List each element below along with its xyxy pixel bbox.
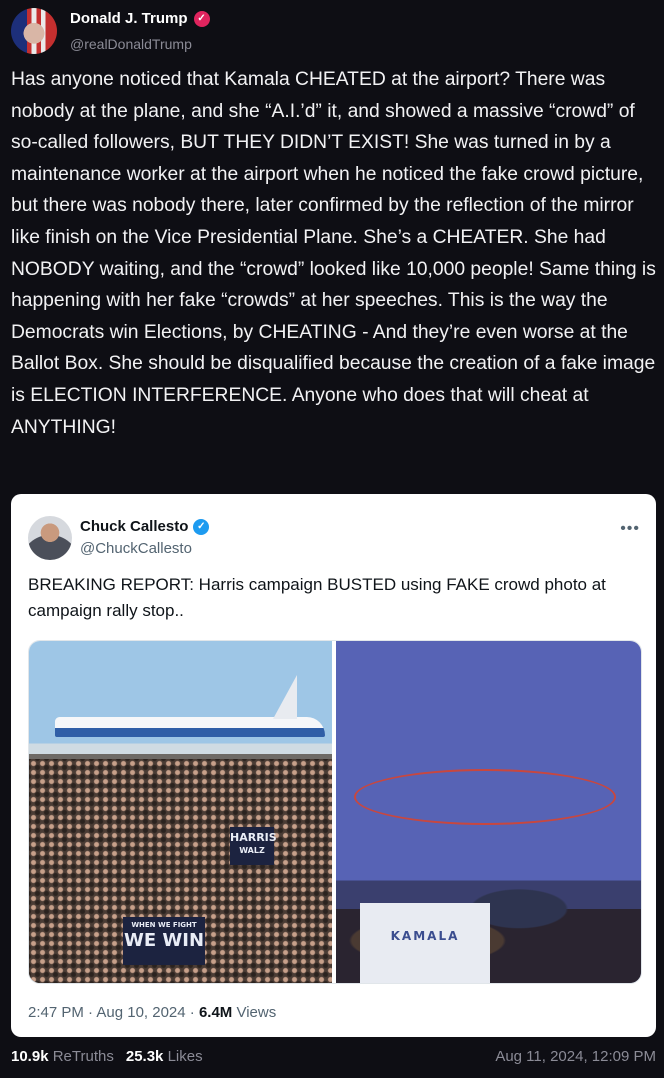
embedded-author-name: Chuck Callesto: [80, 518, 189, 535]
embedded-views-label: Views: [232, 1004, 277, 1021]
sign-text-we-win: WE WIN: [123, 930, 205, 951]
verified-badge-icon: ✓: [193, 518, 210, 535]
likes-count: 25.3k: [125, 1048, 164, 1065]
embedded-photos: HARRIS WALZ WHEN WE FIGHT WE WIN KAMALA: [28, 640, 642, 984]
rally-crowd-photo: HARRIS WALZ WHEN WE FIGHT WE WIN: [29, 641, 332, 983]
likes-stat[interactable]: 25.3k Likes: [126, 1048, 203, 1065]
post-timestamp[interactable]: Aug 11, 2024, 12:09 PM: [495, 1048, 656, 1065]
embedded-views-count: 6.4M: [198, 1004, 233, 1021]
harris-walz-sign: HARRIS WALZ: [230, 827, 277, 865]
embedded-author-handle: @ChuckCallesto: [80, 540, 192, 557]
embedded-name-row: Chuck Callesto ✓: [80, 518, 210, 535]
we-win-sign: WHEN WE FIGHT WE WIN: [123, 917, 205, 965]
plane-reflection-photo: KAMALA: [336, 641, 641, 983]
retruths-label: ReTruths: [52, 1048, 114, 1065]
airplane-tail-shape: [273, 675, 297, 719]
author-name[interactable]: Donald J. Trump: [70, 10, 188, 27]
kamala-sign: KAMALA: [360, 903, 490, 983]
embedded-author-avatar: [28, 516, 72, 560]
post-header: Donald J. Trump ✓ @realDonaldTrump: [11, 6, 651, 56]
post-text: Has anyone noticed that Kamala CHEATED a…: [11, 69, 656, 438]
retruths-stat[interactable]: 10.9k ReTruths: [11, 1048, 114, 1065]
more-options-icon: •••: [620, 520, 640, 537]
embedded-meta: 2:47 PM · Aug 10, 2024 · 6.4M Views: [28, 1004, 276, 1021]
verified-badge-icon: ✓: [193, 10, 210, 27]
embedded-post-text: BREAKING REPORT: Harris campaign BUSTED …: [28, 575, 606, 620]
author-name-row: Donald J. Trump ✓: [70, 10, 210, 27]
likes-label: Likes: [167, 1048, 203, 1065]
author-avatar[interactable]: [11, 8, 57, 54]
author-handle[interactable]: @realDonaldTrump: [70, 36, 192, 52]
embedded-post-image[interactable]: Chuck Callesto ✓ @ChuckCallesto ••• BREA…: [11, 494, 656, 1037]
sign-text-when-we-fight: WHEN WE FIGHT: [131, 921, 197, 929]
highlight-circle: [354, 769, 616, 825]
post-footer: 10.9k ReTruths 25.3k Likes Aug 11, 2024,…: [11, 1048, 656, 1070]
embedded-timestamp: 2:47 PM · Aug 10, 2024 ·: [28, 1004, 199, 1021]
retruths-count: 10.9k: [11, 1048, 49, 1065]
sign-text-walz: WALZ: [239, 846, 265, 855]
sign-text-harris: HARRIS: [230, 831, 277, 844]
airplane-shape: [55, 717, 325, 737]
